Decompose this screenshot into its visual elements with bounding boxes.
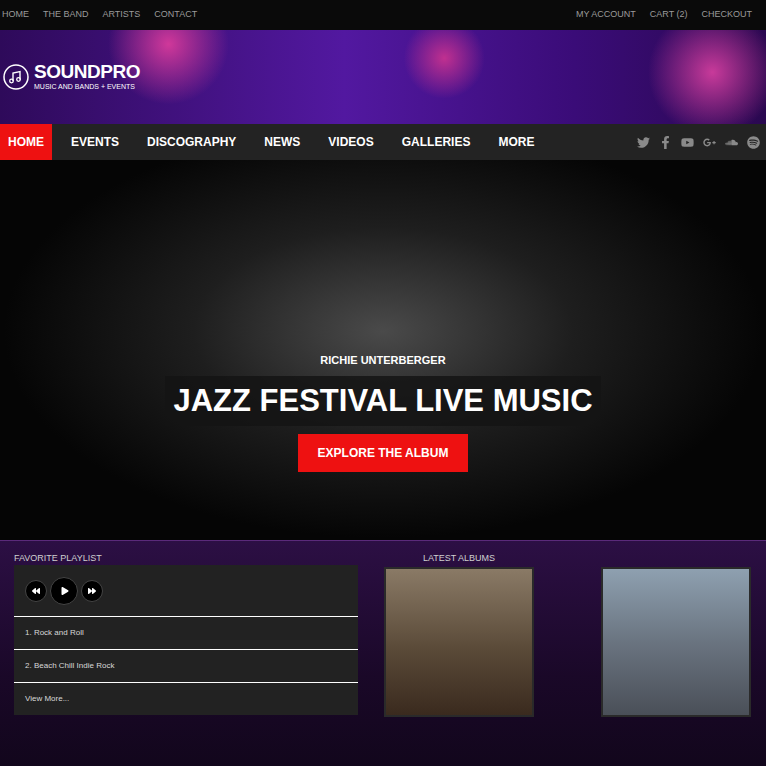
playlist-panel: FAVORITE PLAYLIST 1. Rock and Roll2. Beac…: [14, 551, 358, 766]
view-more-link[interactable]: View More...: [14, 683, 358, 715]
account-link[interactable]: MY ACCOUNT: [576, 8, 636, 22]
previous-button[interactable]: [25, 580, 47, 602]
top-links: HOME THE BAND ARTISTS CONTACT: [2, 8, 197, 22]
album-cover[interactable]: [601, 567, 751, 717]
spotify-icon[interactable]: [747, 136, 760, 149]
google-plus-icon[interactable]: [703, 136, 716, 149]
nav-item[interactable]: GALLERIES: [393, 124, 480, 160]
social-icons: [637, 124, 760, 160]
page: HOME THE BAND ARTISTS CONTACT MY ACCOUNT CART…: [0, 0, 766, 766]
top-link[interactable]: ARTISTS: [103, 8, 141, 22]
album-cover[interactable]: [384, 567, 534, 717]
hero-title: JAZZ FESTIVAL LIVE MUSIC: [165, 376, 600, 426]
bottom-section: FAVORITE PLAYLIST 1. Rock and Roll2. Beac…: [0, 540, 766, 766]
logo-tagline: MUSIC AND BANDS + EVENTS: [34, 82, 140, 92]
nav-item[interactable]: NEWS: [255, 124, 309, 160]
account-links: MY ACCOUNT CART (2) CHECKOUT: [576, 8, 752, 22]
top-bar: HOME THE BAND ARTISTS CONTACT MY ACCOUNT CART…: [0, 0, 766, 30]
explore-album-button[interactable]: EXPLORE THE ALBUM: [298, 434, 469, 472]
play-icon: [61, 587, 69, 595]
logo-title: SOUNDPRO: [34, 62, 140, 82]
twitter-icon[interactable]: [637, 136, 650, 149]
account-link[interactable]: CHECKOUT: [701, 8, 752, 22]
nav-item[interactable]: EVENTS: [62, 124, 128, 160]
nav-item[interactable]: DISCOGRAPHY: [138, 124, 245, 160]
hero: RICHIE UNTERBERGER JAZZ FESTIVAL LIVE MUS…: [0, 160, 766, 540]
latest-albums: LATEST ALBUMS: [384, 551, 534, 766]
soundcloud-icon[interactable]: [725, 136, 738, 149]
top-link[interactable]: CONTACT: [154, 8, 197, 22]
playlist-track[interactable]: 1. Rock and Roll: [14, 617, 358, 650]
nav-item[interactable]: HOME: [0, 124, 52, 160]
playlist-heading: FAVORITE PLAYLIST: [14, 551, 358, 565]
next-icon: [88, 587, 96, 595]
albums-heading: LATEST ALBUMS: [423, 551, 495, 565]
player-controls: [14, 565, 358, 617]
playlist-track[interactable]: 2. Beach Chill Indie Rock: [14, 650, 358, 683]
account-link[interactable]: CART (2): [650, 8, 688, 22]
hero-artist: RICHIE UNTERBERGER: [320, 352, 445, 369]
next-button[interactable]: [81, 580, 103, 602]
top-link[interactable]: HOME: [2, 8, 29, 22]
youtube-icon[interactable]: [681, 136, 694, 149]
music-note-logo-icon: [3, 64, 29, 90]
nav-item[interactable]: MORE: [489, 124, 543, 160]
logo[interactable]: SOUNDPROMUSIC AND BANDS + EVENTS: [3, 62, 140, 92]
header: SOUNDPROMUSIC AND BANDS + EVENTS: [0, 30, 766, 124]
facebook-icon[interactable]: [659, 136, 672, 149]
play-button[interactable]: [50, 577, 78, 605]
main-nav: HOME EVENTS DISCOGRAPHY NEWS VIDEOS GALLERIES…: [0, 124, 766, 160]
top-link[interactable]: THE BAND: [43, 8, 89, 22]
nav-item[interactable]: VIDEOS: [319, 124, 382, 160]
previous-icon: [32, 587, 40, 595]
